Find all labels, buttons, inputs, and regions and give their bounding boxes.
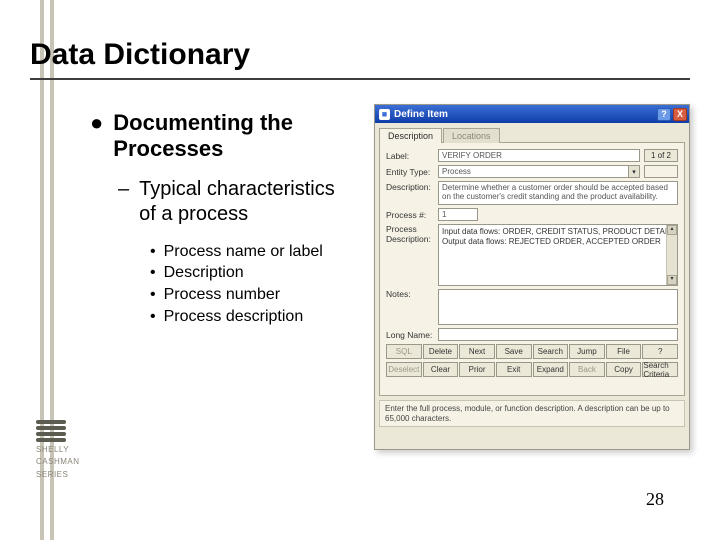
tab-strip: Description Locations <box>379 127 685 142</box>
jump-button[interactable]: Jump <box>569 344 605 359</box>
scroll-up-icon[interactable]: ▴ <box>667 225 677 235</box>
clear-button[interactable]: Clear <box>423 362 459 377</box>
search-criteria-button[interactable]: Search Criteria <box>642 362 678 377</box>
copy-button[interactable]: Copy <box>606 362 642 377</box>
window-title: Define Item <box>394 109 448 120</box>
status-bar: Enter the full process, module, or funct… <box>379 400 685 427</box>
help-button[interactable]: ? <box>657 108 671 121</box>
delete-button[interactable]: Delete <box>423 344 459 359</box>
logo-text-line: SHELLY <box>36 446 86 455</box>
bullet-level3: • Process description <box>150 306 350 328</box>
expand-button[interactable]: Expand <box>533 362 569 377</box>
bullet-dash: – <box>118 177 129 227</box>
tab-pane: Label: VERIFY ORDER 1 of 2 Entity Type: … <box>379 142 685 396</box>
bullet-level3: • Process number <box>150 284 350 306</box>
label-long-name: Long Name: <box>386 330 434 340</box>
label-description: Description: <box>386 181 434 205</box>
--button[interactable]: ? <box>642 344 678 359</box>
exit-button[interactable]: Exit <box>496 362 532 377</box>
label-notes: Notes: <box>386 289 434 325</box>
slide-content: ● Documenting the Processes – Typical ch… <box>90 110 350 327</box>
entity-type-combo[interactable]: Process ▾ <box>438 165 640 178</box>
tab-description[interactable]: Description <box>379 128 442 143</box>
file-button[interactable]: File <box>606 344 642 359</box>
sql-button[interactable]: SQL <box>386 344 422 359</box>
label-label: Label: <box>386 151 434 161</box>
bullet-level3: • Process name or label <box>150 241 350 263</box>
logo-bars <box>36 420 66 442</box>
entity-aux-field[interactable] <box>644 165 678 178</box>
bullet-level3-text: Process name or label <box>164 241 323 263</box>
bullet-level3-text: Description <box>164 262 244 284</box>
bullet-level3-text: Process description <box>164 306 304 328</box>
label-process-number: Process #: <box>386 210 434 220</box>
bullet-level3-text: Process number <box>164 284 281 306</box>
bullet-dot-small: • <box>150 284 156 306</box>
scrollbar[interactable]: ▴ ▾ <box>666 225 677 285</box>
description-field[interactable]: Determine whether a customer order shoul… <box>438 181 678 205</box>
logo-text-line: CASHMAN <box>36 458 86 467</box>
logo-text-line: SERIES <box>36 471 86 480</box>
chevron-down-icon[interactable]: ▾ <box>628 165 640 178</box>
close-button[interactable]: X <box>673 108 687 121</box>
window-app-icon: ■ <box>379 109 390 120</box>
process-number-field[interactable]: 1 <box>438 208 478 221</box>
bullet-level1-text: Documenting the Processes <box>113 110 350 163</box>
bullet-dot-small: • <box>150 241 156 263</box>
slide-title: Data Dictionary <box>30 38 250 72</box>
prior-button[interactable]: Prior <box>459 362 495 377</box>
bullet-dot: ● <box>90 110 103 163</box>
entity-type-value: Process <box>438 165 628 178</box>
label-field[interactable]: VERIFY ORDER <box>438 149 640 162</box>
button-row-2: DeselectClearPriorExitExpandBackCopySear… <box>386 362 678 377</box>
bullet-dot-small: • <box>150 306 156 328</box>
bullet-level2-text: Typical characteristics of a process <box>139 177 350 227</box>
notes-field[interactable] <box>438 289 678 325</box>
page-number: 28 <box>646 489 664 510</box>
deselect-button[interactable]: Deselect <box>386 362 422 377</box>
back-button[interactable]: Back <box>569 362 605 377</box>
series-logo: SHELLY CASHMAN SERIES <box>36 420 86 480</box>
bullet-level1: ● Documenting the Processes <box>90 110 350 163</box>
bullet-level2: – Typical characteristics of a process <box>118 177 350 227</box>
record-counter: 1 of 2 <box>644 149 678 162</box>
next-button[interactable]: Next <box>459 344 495 359</box>
label-process-description: Process Description: <box>386 224 434 286</box>
window-titlebar[interactable]: ■ Define Item ? X <box>375 105 689 123</box>
button-row-1: SQLDeleteNextSaveSearchJumpFile? <box>386 344 678 359</box>
tab-locations[interactable]: Locations <box>443 128 500 143</box>
define-item-window: ■ Define Item ? X Description Locations … <box>374 104 690 450</box>
bullet-level3: • Description <box>150 262 350 284</box>
label-entity-type: Entity Type: <box>386 167 434 177</box>
process-desc-line: Input data flows: ORDER, CREDIT STATUS, … <box>442 227 674 237</box>
title-underline <box>30 78 690 80</box>
save-button[interactable]: Save <box>496 344 532 359</box>
scroll-down-icon[interactable]: ▾ <box>667 275 677 285</box>
search-button[interactable]: Search <box>533 344 569 359</box>
process-desc-line: Output data flows: REJECTED ORDER, ACCEP… <box>442 237 674 247</box>
bullet-dot-small: • <box>150 262 156 284</box>
long-name-field[interactable] <box>438 328 678 341</box>
process-description-field[interactable]: Input data flows: ORDER, CREDIT STATUS, … <box>438 224 678 286</box>
